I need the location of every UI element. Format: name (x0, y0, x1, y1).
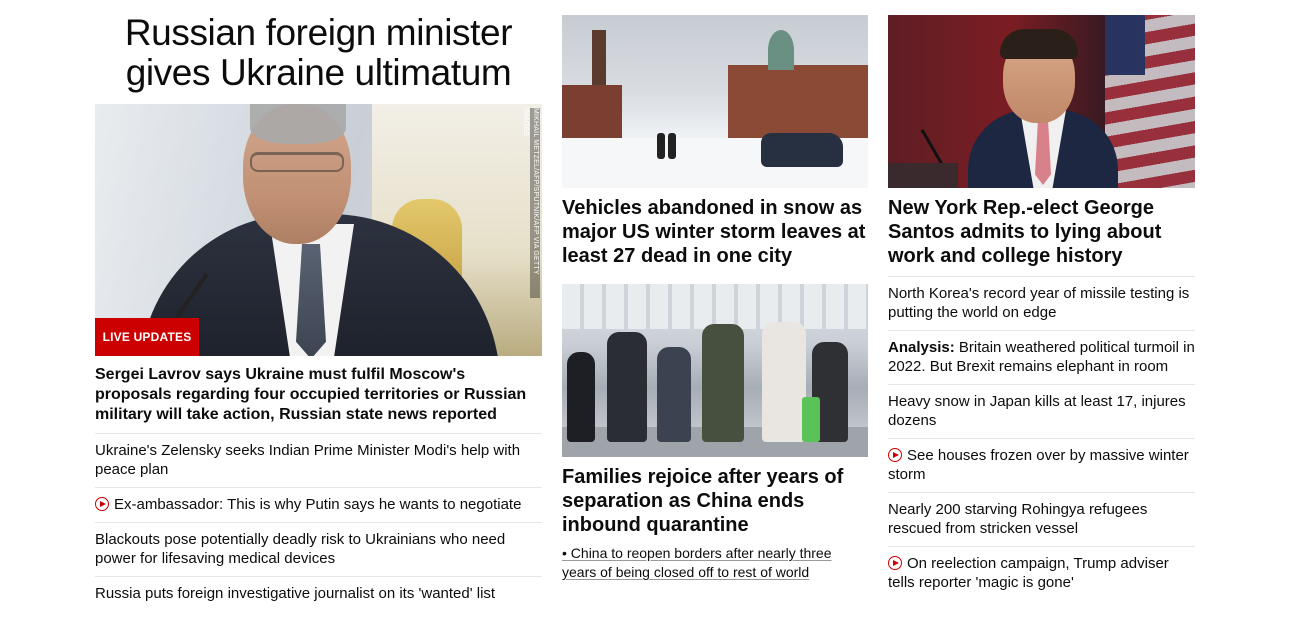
image-hair (1000, 29, 1078, 59)
photo-credit: MIKHAIL METZEL/AFP/SPUTNIK/AFP VIA GETTY… (522, 108, 540, 298)
santos-image[interactable] (888, 15, 1195, 188)
list-item-text: Heavy snow in Japan kills at least 17, i… (888, 393, 1186, 429)
image-ceiling (562, 284, 868, 329)
right-column: New York Rep.-elect George Santos admits… (888, 0, 1195, 600)
video-play-icon (888, 556, 902, 570)
image-car (761, 133, 843, 167)
china-quarantine-image[interactable] (562, 284, 868, 457)
list-item-text: See houses frozen over by massive winter… (888, 447, 1189, 483)
list-item[interactable]: Analysis: Britain weathered political tu… (888, 330, 1195, 384)
image-building (562, 85, 622, 145)
list-item-text: On reelection campaign, Trump adviser te… (888, 555, 1169, 591)
image-glasses (250, 152, 344, 172)
list-item[interactable]: See houses frozen over by massive winter… (888, 438, 1195, 492)
lead-related-list: Ukraine's Zelensky seeks Indian Prime Mi… (95, 433, 542, 611)
china-quarantine-headline[interactable]: Families rejoice after years of separati… (562, 465, 868, 537)
image-podium (888, 163, 958, 188)
image-traveler (567, 352, 595, 442)
list-item-text: North Korea's record year of missile tes… (888, 285, 1190, 321)
winter-storm-headline[interactable]: Vehicles abandoned in snow as major US w… (562, 196, 868, 268)
video-play-icon (888, 448, 902, 462)
list-item[interactable]: Heavy snow in Japan kills at least 17, i… (888, 384, 1195, 438)
list-item[interactable]: On reelection campaign, Trump adviser te… (888, 546, 1195, 600)
list-item[interactable]: Ukraine's Zelensky seeks Indian Prime Mi… (95, 433, 542, 487)
image-person (668, 133, 676, 159)
right-headline-list: North Korea's record year of missile tes… (888, 276, 1195, 600)
image-suitcase (802, 397, 820, 442)
image-hair (250, 104, 346, 144)
image-traveler (657, 347, 691, 442)
china-borders-link[interactable]: • China to reopen borders after nearly t… (562, 544, 868, 582)
video-play-icon (95, 497, 109, 511)
list-item[interactable]: Nearly 200 starving Rohingya refugees re… (888, 492, 1195, 546)
list-item-text: Ukraine's Zelensky seeks Indian Prime Mi… (95, 442, 521, 478)
list-item[interactable]: North Korea's record year of missile tes… (888, 276, 1195, 330)
image-traveler (762, 322, 806, 442)
lead-headline[interactable]: Russian foreign minister gives Ukraine u… (95, 13, 542, 93)
image-traveler (607, 332, 647, 442)
list-item[interactable]: Blackouts pose potentially deadly risk t… (95, 522, 542, 576)
list-item-text: Russia puts foreign investigative journa… (95, 585, 496, 602)
live-updates-badge[interactable]: LIVE UPDATES (95, 318, 199, 356)
list-item[interactable]: Russia puts foreign investigative journa… (95, 576, 542, 611)
middle-column: Vehicles abandoned in snow as major US w… (562, 0, 868, 582)
list-item-text: Ex-ambassador: This is why Putin says he… (114, 496, 522, 513)
santos-headline[interactable]: New York Rep.-elect George Santos admits… (888, 196, 1195, 268)
list-item[interactable]: Ex-ambassador: This is why Putin says he… (95, 487, 542, 522)
lead-summary-link[interactable]: Sergei Lavrov says Ukraine must fulfil M… (95, 365, 542, 425)
image-person (657, 133, 665, 159)
list-item-text: Blackouts pose potentially deadly risk t… (95, 531, 506, 567)
winter-storm-image[interactable] (562, 15, 868, 188)
image-flag (1105, 15, 1195, 188)
lead-story-column: Russian foreign minister gives Ukraine u… (95, 0, 542, 611)
image-traveler (702, 324, 744, 442)
list-item-text: Nearly 200 starving Rohingya refugees re… (888, 501, 1148, 537)
analysis-label: Analysis: (888, 339, 955, 356)
lead-story-image[interactable]: MIKHAIL METZEL/AFP/SPUTNIK/AFP VIA GETTY… (95, 104, 542, 356)
